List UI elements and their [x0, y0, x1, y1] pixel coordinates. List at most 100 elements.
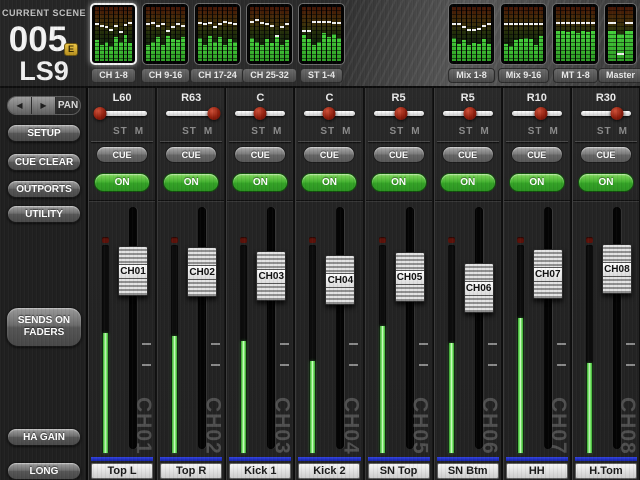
- meter-level: [591, 31, 595, 61]
- fader-track[interactable]: [406, 207, 414, 449]
- fader-cap[interactable]: CH03: [256, 251, 286, 301]
- meter-block-label: CH 9-16: [141, 68, 191, 83]
- fader-position-dash: [509, 23, 513, 25]
- pan-knob[interactable]: [254, 107, 267, 120]
- meter-bank-block[interactable]: Mix 9-16: [500, 3, 547, 83]
- fader-position-dash: [218, 23, 222, 25]
- on-button[interactable]: ON: [509, 173, 565, 192]
- fader-position-dash: [105, 26, 109, 28]
- current-scene-panel[interactable]: CURRENT SCENE 005 E LS9: [0, 0, 88, 88]
- pan-knob[interactable]: [610, 107, 623, 120]
- on-button[interactable]: ON: [94, 173, 150, 192]
- pan-knob[interactable]: [395, 107, 408, 120]
- on-button[interactable]: ON: [440, 173, 496, 192]
- on-button[interactable]: ON: [301, 173, 357, 192]
- pan-slider[interactable]: [97, 106, 147, 120]
- cue-button[interactable]: CUE: [303, 146, 355, 163]
- pan-value: C: [296, 92, 362, 104]
- cue-button[interactable]: CUE: [580, 146, 632, 163]
- cue-button[interactable]: CUE: [511, 146, 563, 163]
- fader-cap[interactable]: CH02: [187, 247, 217, 297]
- meter-column: [566, 7, 570, 61]
- channel-strip: R30 STM CUE ON CH08 CH08 H.Tom: [572, 88, 640, 480]
- fader-cap-ridges: [603, 245, 631, 262]
- meter-bank-block[interactable]: ST 1-4: [298, 3, 345, 83]
- cue-button[interactable]: CUE: [165, 146, 217, 163]
- fader-track[interactable]: [336, 207, 344, 449]
- meter-level: [524, 38, 528, 61]
- fader-cap[interactable]: CH08: [602, 244, 632, 294]
- on-button[interactable]: ON: [163, 173, 219, 192]
- pan-slider[interactable]: [512, 106, 562, 120]
- meter-bank-block[interactable]: MT 1-8: [552, 3, 599, 83]
- pan-slider[interactable]: [374, 106, 424, 120]
- fader-position-dash: [208, 22, 212, 24]
- pan-right-arrow-button[interactable]: ▶: [32, 97, 56, 114]
- fader-cap[interactable]: CH07: [533, 249, 563, 299]
- channel-name[interactable]: Kick 1: [229, 463, 291, 479]
- setup-button[interactable]: SETUP: [7, 124, 81, 142]
- pan-slider[interactable]: [235, 106, 285, 120]
- channel-name[interactable]: SN Top: [368, 463, 430, 479]
- outports-button[interactable]: OUTPORTS: [7, 180, 81, 198]
- peak-indicator: [448, 237, 455, 243]
- on-button[interactable]: ON: [232, 173, 288, 192]
- meter-bank-block[interactable]: Master: [604, 3, 637, 83]
- meter-level: [128, 43, 132, 61]
- cue-button[interactable]: CUE: [96, 146, 148, 163]
- pan-knob[interactable]: [323, 107, 336, 120]
- fader-cap[interactable]: CH04: [325, 255, 355, 305]
- meter-bank-block[interactable]: CH 25-32: [246, 3, 293, 83]
- sends-on-faders-button[interactable]: SENDS ON FADERS: [6, 307, 82, 347]
- pan-slider[interactable]: [166, 106, 216, 120]
- channel-name[interactable]: Kick 2: [298, 463, 360, 479]
- fader-cap[interactable]: CH01: [118, 246, 148, 296]
- pan-knob[interactable]: [207, 107, 220, 120]
- meter-level: [285, 40, 289, 61]
- meter-bank-block[interactable]: CH 9-16: [142, 3, 189, 83]
- pan-knob[interactable]: [464, 107, 477, 120]
- fader-track[interactable]: [544, 207, 552, 449]
- pan-slider[interactable]: [581, 106, 631, 120]
- cue-button[interactable]: CUE: [373, 146, 425, 163]
- pan-slider[interactable]: [304, 106, 354, 120]
- meter-bank-block[interactable]: CH 1-8: [90, 3, 137, 83]
- fader-position-dash: [327, 21, 331, 23]
- meter-column: [208, 7, 212, 61]
- fader-track[interactable]: [267, 207, 275, 449]
- fader-track[interactable]: [198, 207, 206, 449]
- cue-button[interactable]: CUE: [234, 146, 286, 163]
- pan-left-arrow-button[interactable]: ◀: [8, 97, 32, 114]
- pan-knob[interactable]: [93, 107, 106, 120]
- long-faders-button[interactable]: LONG FADERS: [7, 462, 81, 480]
- channel-name[interactable]: Top L: [91, 463, 153, 479]
- pan-slider[interactable]: [443, 106, 493, 120]
- fader-position-dash: [228, 22, 232, 24]
- fader-cap[interactable]: CH05: [395, 252, 425, 302]
- on-button[interactable]: ON: [578, 173, 634, 192]
- meter-columns: [608, 7, 633, 61]
- ha-gain-button[interactable]: HA GAIN: [7, 428, 81, 446]
- cue-button[interactable]: CUE: [442, 146, 494, 163]
- pan-bank-control: ◀ ▶ PAN: [7, 96, 81, 115]
- meter-bank-block[interactable]: CH 17-24: [194, 3, 241, 83]
- meter-bank-block[interactable]: Mix 1-8: [448, 3, 495, 83]
- meter-level: [105, 42, 109, 61]
- channel-name[interactable]: H.Tom: [575, 463, 637, 479]
- fader-track[interactable]: [129, 207, 137, 449]
- meter-column: [270, 7, 274, 61]
- channel-name[interactable]: Top R: [160, 463, 222, 479]
- meter-level: [156, 37, 160, 61]
- utility-button[interactable]: UTILITY: [7, 205, 81, 223]
- fader-cap-label: CH05: [396, 270, 424, 285]
- cue-clear-button[interactable]: CUE CLEAR: [7, 153, 81, 171]
- fader-track[interactable]: [475, 207, 483, 449]
- channel-name[interactable]: SN Btm: [437, 463, 499, 479]
- on-button[interactable]: ON: [371, 173, 427, 192]
- meter-column: [617, 7, 625, 61]
- pan-knob[interactable]: [534, 107, 547, 120]
- channel-name[interactable]: HH: [506, 463, 568, 479]
- st-label: ST: [320, 126, 335, 137]
- meter-level: [504, 44, 508, 61]
- fader-cap[interactable]: CH06: [464, 263, 494, 313]
